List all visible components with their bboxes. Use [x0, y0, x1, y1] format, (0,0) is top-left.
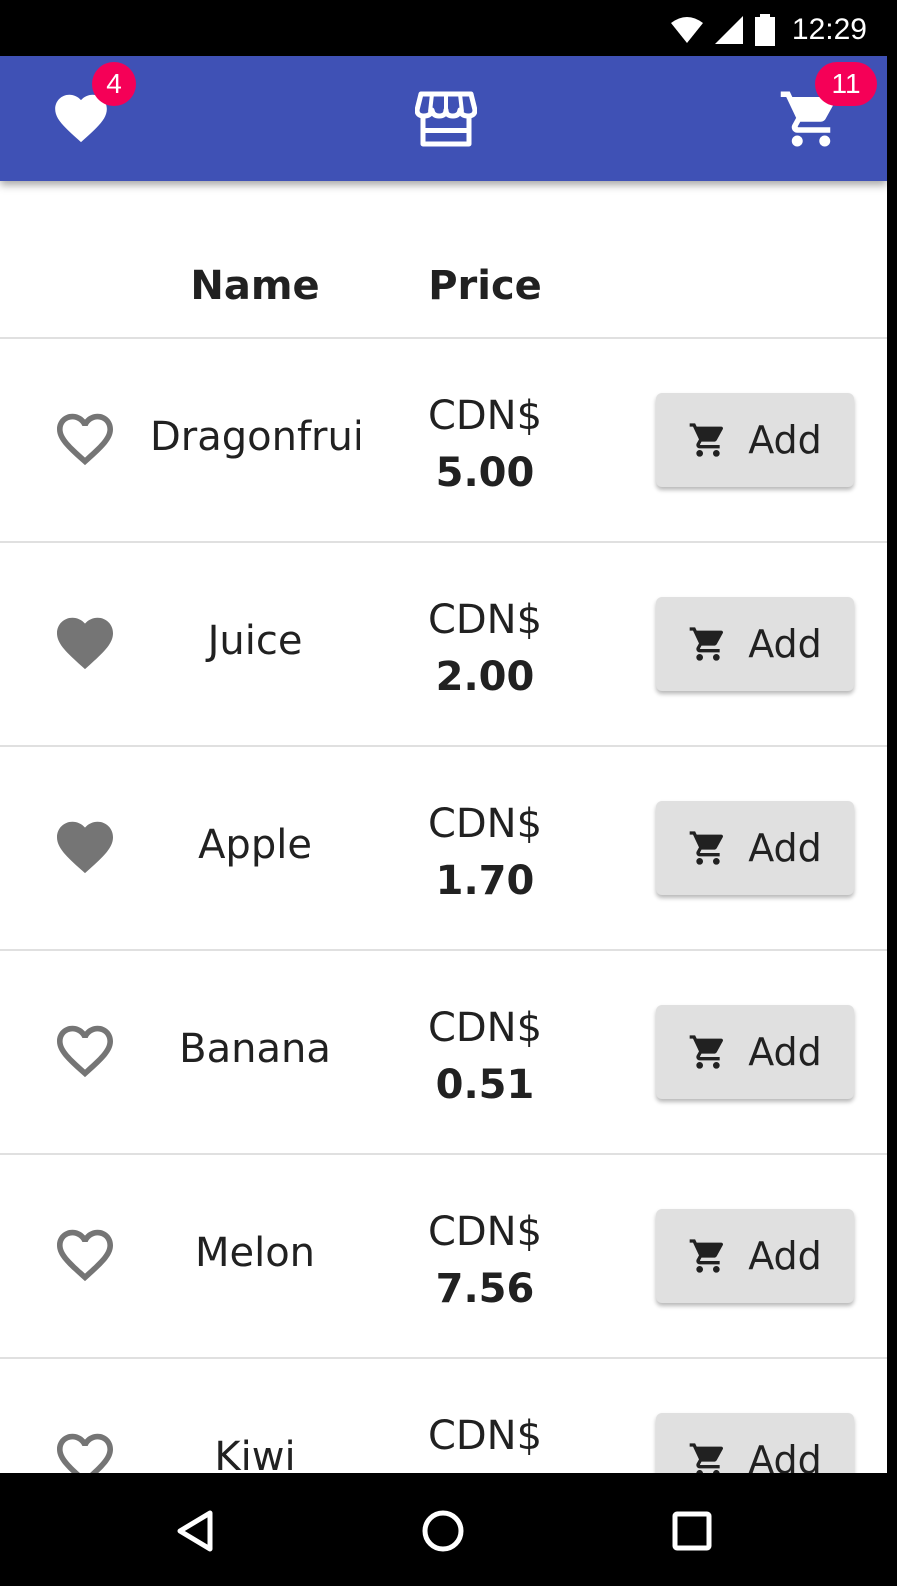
add-button-label: Add [748, 1234, 822, 1278]
product-price: CDN$ 7.56 [385, 1203, 585, 1317]
cart-icon [689, 831, 724, 865]
wifi-icon [670, 17, 703, 43]
store-icon [414, 91, 478, 147]
product-price: CDN$ 5.00 [385, 387, 585, 501]
product-name: Melon [194, 1230, 316, 1276]
table-row: Kiwi CDN$ Add [0, 1359, 887, 1473]
product-price: CDN$ [385, 1407, 585, 1465]
favorite-toggle[interactable] [54, 819, 116, 875]
price-currency: CDN$ [427, 1005, 543, 1051]
screen-edge [887, 0, 897, 1586]
add-to-cart-button[interactable]: Add [656, 1413, 854, 1473]
status-time: 12:29 [791, 13, 867, 46]
column-header-price: Price [428, 263, 542, 309]
add-to-cart-button[interactable]: Add [656, 1005, 854, 1099]
navigation-bar [0, 1473, 887, 1586]
table-header: Name Price [0, 181, 887, 339]
table-row: Dragonfrui CDN$ 5.00 Add [0, 339, 887, 543]
product-name: Apple [198, 822, 312, 868]
table-row: Juice CDN$ 2.00 Add [0, 543, 887, 747]
status-icons: 12:29 [670, 10, 867, 50]
price-currency: CDN$ [427, 801, 543, 847]
favorite-toggle[interactable] [54, 615, 116, 671]
table-row: Apple CDN$ 1.70 Add [0, 747, 887, 951]
price-value: 5.00 [435, 450, 535, 496]
recents-icon[interactable] [662, 1501, 722, 1561]
cart-icon [689, 1239, 724, 1273]
add-button-label: Add [748, 826, 822, 870]
favorite-toggle[interactable] [54, 1227, 116, 1283]
cart-count-badge: 11 [815, 62, 877, 106]
heart-filled-icon [57, 821, 113, 874]
battery-icon [754, 14, 775, 46]
column-header-name: Name [190, 263, 320, 309]
product-price: CDN$ 0.51 [385, 999, 585, 1113]
product-price: CDN$ 2.00 [385, 591, 585, 705]
store-button[interactable] [414, 90, 478, 148]
product-name: Kiwi [214, 1434, 296, 1473]
price-currency: CDN$ [427, 1209, 543, 1255]
add-to-cart-button[interactable]: Add [656, 393, 854, 487]
heart-outline-icon [57, 1433, 113, 1473]
add-button-label: Add [748, 1030, 822, 1074]
app-screen: 12:29 4 11 Name Price Dragonfrui CDN$ 5.… [0, 0, 887, 1586]
table-row: Melon CDN$ 7.56 Add [0, 1155, 887, 1359]
heart-filled-icon [57, 617, 113, 670]
product-table: Name Price Dragonfrui CDN$ 5.00 Add Juice CDN… [0, 181, 887, 1473]
heart-outline-icon [57, 413, 113, 466]
price-currency: CDN$ [427, 1413, 543, 1459]
product-name: Dragonfrui [150, 414, 360, 460]
product-name: Banana [179, 1026, 331, 1072]
add-button-label: Add [748, 622, 822, 666]
cart-icon [689, 1035, 724, 1069]
price-value: 7.56 [435, 1266, 535, 1312]
home-icon[interactable] [413, 1501, 473, 1561]
heart-outline-icon [57, 1025, 113, 1078]
add-to-cart-button[interactable]: Add [656, 801, 854, 895]
product-name: Juice [207, 618, 303, 664]
favorite-toggle[interactable] [54, 411, 116, 467]
add-button-label: Add [748, 1438, 822, 1473]
cart-icon [689, 1443, 724, 1473]
price-value: 2.00 [435, 654, 535, 700]
cart-icon [689, 423, 724, 457]
add-to-cart-button[interactable]: Add [656, 1209, 854, 1303]
price-currency: CDN$ [427, 597, 543, 643]
back-icon[interactable] [168, 1501, 228, 1561]
price-value: 0.51 [435, 1062, 535, 1108]
add-button-label: Add [748, 418, 822, 462]
heart-outline-icon [57, 1229, 113, 1282]
price-currency: CDN$ [427, 393, 543, 439]
status-bar: 12:29 [0, 0, 887, 56]
add-to-cart-button[interactable]: Add [656, 597, 854, 691]
product-price: CDN$ 1.70 [385, 795, 585, 909]
favorite-toggle[interactable] [54, 1023, 116, 1079]
favorites-count-badge: 4 [92, 62, 136, 106]
signal-icon [714, 16, 743, 44]
table-row: Banana CDN$ 0.51 Add [0, 951, 887, 1155]
cart-icon [689, 627, 724, 661]
favorite-toggle[interactable] [54, 1431, 116, 1473]
price-value: 1.70 [435, 858, 535, 904]
